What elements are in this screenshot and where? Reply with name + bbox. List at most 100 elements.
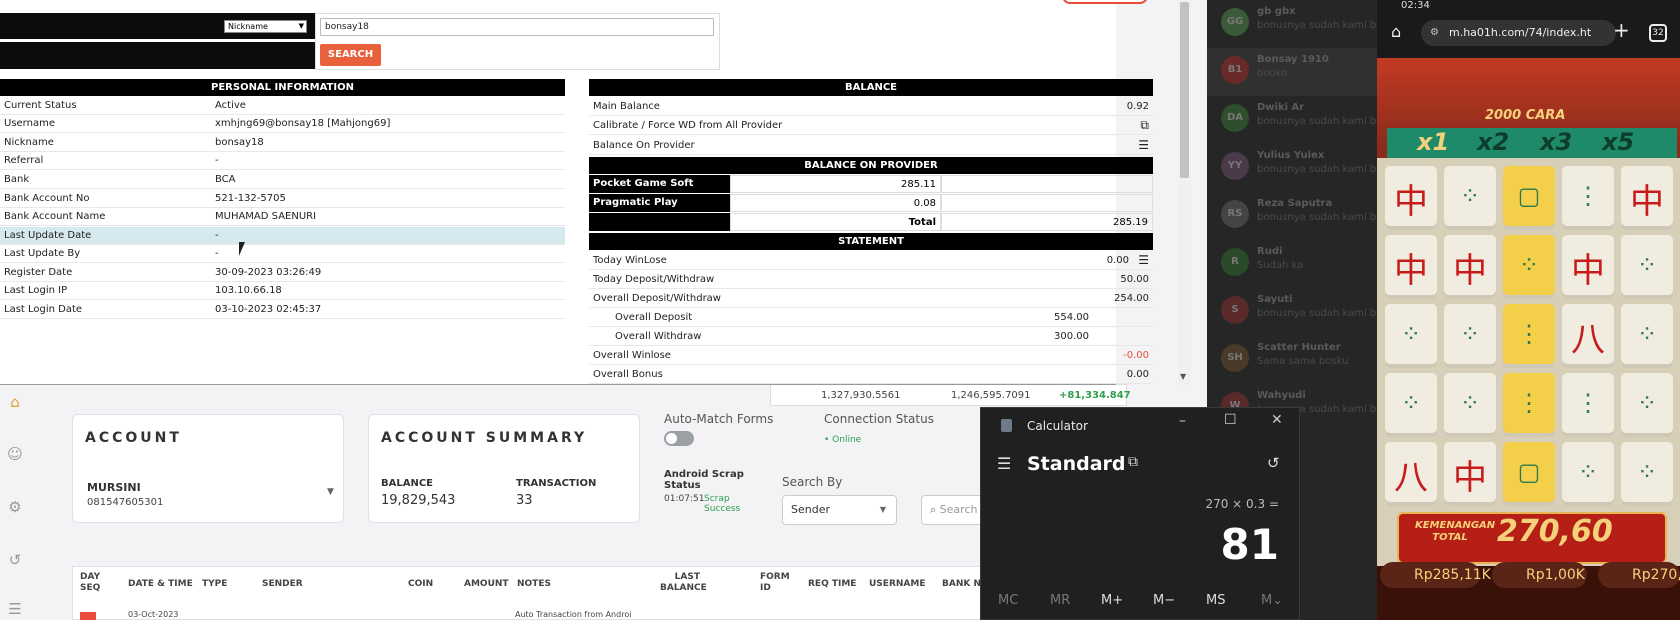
maximize-button[interactable]: ☐ [1224, 412, 1237, 428]
mahjong-tile: 中 [1444, 235, 1496, 299]
m-minus-key[interactable]: M− [1153, 593, 1175, 608]
avatar: DA [1221, 104, 1249, 132]
calibrate-row: Calibrate / Force WD from All Provider ⧉ [589, 116, 1153, 135]
bank-icon[interactable]: ⌂ [6, 393, 24, 411]
hamburger-menu-icon[interactable]: ☰ [997, 454, 1011, 473]
chat-item[interactable]: RS Reza Saputra bonusnya sudah kami ber [1207, 192, 1387, 240]
info-key: Username [4, 118, 55, 129]
history-icon[interactable]: ↺ [6, 551, 24, 569]
search-by-dropdown[interactable]: Nickname ▼ [224, 20, 307, 33]
external-link-icon[interactable]: ⧉ [1140, 116, 1149, 135]
users-icon[interactable]: ☺ [6, 445, 24, 463]
new-tab-icon[interactable]: + [1613, 18, 1630, 42]
stat-in: 1,327,930.5561 [821, 390, 901, 401]
site-settings-icon[interactable]: ⚙ [1430, 20, 1439, 46]
tile-symbol: 中 [1630, 182, 1664, 222]
game-canvas[interactable]: 2000 CARA x1 x2 x3 x5 中 ⁘ ▢ ⋮ 中中中 ⁘ 中 ⁘ ⁘ ⁘ ⋮ 八 ⁘ ⁘ ⁘ ⋮… [1377, 58, 1680, 620]
balance-header: BALANCE [589, 79, 1153, 96]
auto-match-toggle[interactable] [664, 431, 694, 446]
account-phone: 081547605301 [87, 497, 164, 508]
minimize-button[interactable]: – [1179, 413, 1186, 429]
statement-key: Overall Bonus [593, 369, 663, 380]
account-card: ACCOUNT MURSINI 081547605301 ▼ [72, 414, 344, 523]
chevron-down-icon[interactable]: ▼ [327, 487, 334, 497]
search-by-select[interactable]: Sender ▼ [782, 495, 897, 525]
info-value: 521-132-5705 [215, 193, 286, 204]
bet-chip-text: Rp1,00K [1526, 567, 1585, 583]
popup-scrollbar[interactable] [1178, 0, 1191, 385]
calculator-mode: Standard [1027, 453, 1126, 475]
chat-preview: Sudah ka [1257, 260, 1304, 271]
tile-symbol: ⋮ [1517, 389, 1541, 417]
history-icon[interactable]: ↺ [1267, 454, 1280, 472]
search-by-value: Sender [791, 503, 830, 516]
info-value: bonsay18 [215, 137, 264, 148]
statement-key: Overall Deposit [615, 312, 693, 323]
win-chip-text: Rp270, [1632, 567, 1680, 583]
tile-symbol: ⁘ [1636, 458, 1658, 486]
mahjong-tile: ▢ [1503, 442, 1555, 506]
avatar: RS [1221, 200, 1249, 228]
scroll-down-icon[interactable]: ▼ [1180, 372, 1186, 381]
connection-label: Connection Status [824, 412, 934, 426]
home-icon[interactable]: ⌂ [1391, 22, 1401, 41]
stat-out: 1,246,595.7091 [951, 390, 1031, 401]
memory-list-key[interactable]: M⌄ [1261, 593, 1283, 608]
chat-name: Yulius Yulex [1257, 150, 1325, 161]
m-plus-key[interactable]: M+ [1101, 593, 1123, 608]
close-button[interactable]: ✕ [1271, 412, 1283, 428]
provider-value: 285.11 [730, 175, 941, 193]
calculator-title: Calculator [1027, 419, 1088, 433]
search-icon: ⌕ [930, 503, 937, 516]
tile-symbol: ⁘ [1459, 182, 1481, 210]
mc-key[interactable]: MC [998, 593, 1018, 608]
ms-key[interactable]: MS [1206, 593, 1225, 608]
status-time: 02:34 [1401, 0, 1430, 11]
col-type: TYPE [202, 579, 228, 589]
list-icon[interactable]: ☰ [1138, 251, 1149, 270]
summary-title: ACCOUNT SUMMARY [381, 430, 588, 446]
info-value: - [215, 230, 219, 241]
main-balance-row: Main Balance 0.92 [589, 97, 1153, 116]
personal-info-row: Last Update Date - [0, 227, 565, 245]
info-key: Nickname [4, 137, 54, 148]
avatar: YY [1221, 152, 1249, 180]
chat-item[interactable]: S Sayuti bonusnya sudah kami ber [1207, 288, 1387, 336]
chat-item[interactable]: R Rudi Sudah ka [1207, 240, 1377, 288]
chat-name: Scatter Hunter [1257, 342, 1341, 353]
chat-item[interactable]: GG gb gbx bonusnya sudah kami ber [1207, 0, 1387, 48]
col-username: USERNAME [869, 579, 926, 589]
tab-count[interactable]: 32 [1649, 24, 1667, 42]
chat-item[interactable]: B1 Bonsay 1910 booko [1207, 48, 1377, 96]
mahjong-tile: ⁘ [1621, 442, 1673, 506]
chat-item[interactable]: YY Yulius Yulex bonusnya sudah kami ber [1207, 144, 1387, 192]
tile-symbol: ⁘ [1518, 251, 1540, 279]
col-date-time: DATE & TIME [128, 579, 193, 589]
settings-icon[interactable]: ☰ [6, 600, 24, 618]
mr-key[interactable]: MR [1050, 593, 1070, 608]
keep-on-top-icon[interactable]: ⧉ [1128, 454, 1138, 470]
transaction-value: 33 [516, 493, 533, 508]
scrollbar-thumb[interactable] [1180, 2, 1189, 178]
tile-symbol: ⁘ [1459, 389, 1481, 417]
search-placeholder: Search [939, 503, 978, 516]
list-icon[interactable]: ☰ [1138, 136, 1149, 155]
search-value-input[interactable]: bonsay18 [320, 18, 714, 36]
mahjong-tile: ⁘ [1503, 235, 1555, 299]
search-button[interactable]: SEARCH [320, 44, 381, 66]
game-icon[interactable]: ⚙ [6, 498, 24, 516]
mahjong-tile: ⋮ [1562, 373, 1614, 437]
statement-key: Today Deposit/Withdraw [593, 274, 715, 285]
url-bar[interactable]: ⚙ m.ha01h.com/74/index.ht [1421, 20, 1616, 46]
close-pill[interactable] [1062, 0, 1148, 4]
multiplier-x5: x5 [1602, 128, 1635, 156]
tile-symbol: ⁘ [1400, 389, 1422, 417]
bet-chip: Rp1,00K [1492, 562, 1587, 588]
col-notes: NOTES [517, 579, 551, 589]
chat-item[interactable]: DA Dwiki Ar bonusnya sudah kami ber [1207, 96, 1387, 144]
tile-symbol: 中 [1453, 251, 1487, 291]
tile-symbol: 八 [1394, 458, 1428, 498]
chat-item[interactable]: SH Scatter Hunter Sama sama bosku [1207, 336, 1377, 384]
personal-info-row: Bank Account Name MUHAMAD SAENURI [0, 208, 565, 226]
col-sender: SENDER [262, 579, 303, 589]
